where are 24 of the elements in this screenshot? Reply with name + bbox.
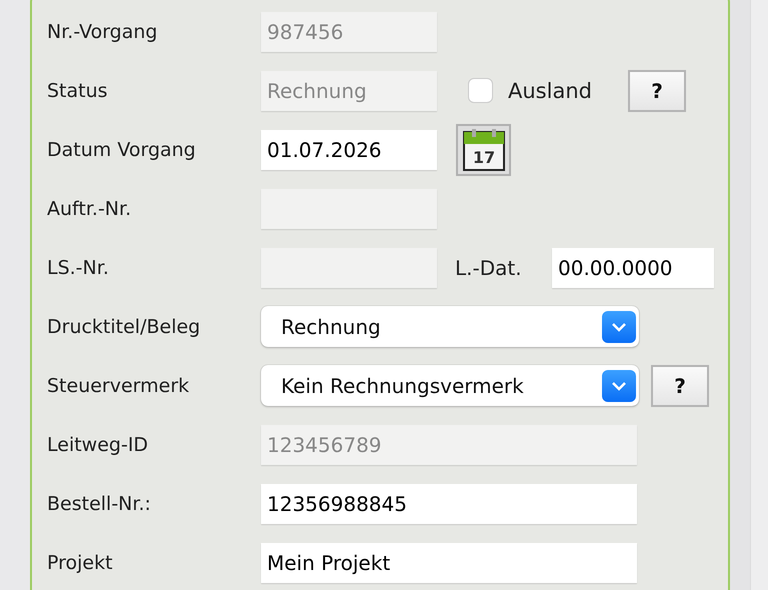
- field-label: Projekt: [47, 552, 114, 574]
- help-button[interactable]: ?: [651, 364, 709, 406]
- dropdown[interactable]: Rechnung: [261, 306, 639, 347]
- checkbox[interactable]: [468, 78, 493, 103]
- field-label: Datum Vorgang: [47, 138, 197, 160]
- chevron-icon: [602, 310, 636, 342]
- field-label: L.-Dat.: [455, 256, 523, 280]
- field-label: Steuervermerk: [47, 374, 190, 396]
- field-label: Bestell-Nr.:: [47, 492, 152, 514]
- field-label: Auftr.-Nr.: [47, 198, 132, 220]
- field-label: Status: [47, 80, 109, 102]
- chevron-icon: [602, 370, 636, 402]
- dropdown[interactable]: Kein Rechnungsvermerk: [261, 365, 639, 406]
- help-button[interactable]: ?: [628, 70, 686, 112]
- text-field[interactable]: 12356988845: [261, 484, 637, 524]
- text-field[interactable]: Mein Projekt: [261, 542, 637, 582]
- text-field[interactable]: 01.07.2026: [261, 130, 437, 170]
- field-label: LS.-Nr.: [47, 256, 110, 278]
- checkbox-label: Ausland: [508, 78, 593, 102]
- field-label: Nr.-Vorgang: [47, 20, 158, 42]
- date-field[interactable]: 00.00.0000: [552, 248, 714, 288]
- field-label: Leitweg-ID: [47, 434, 150, 456]
- field-label: Drucktitel/Beleg: [47, 316, 202, 338]
- calendar-button[interactable]: 17: [456, 124, 511, 176]
